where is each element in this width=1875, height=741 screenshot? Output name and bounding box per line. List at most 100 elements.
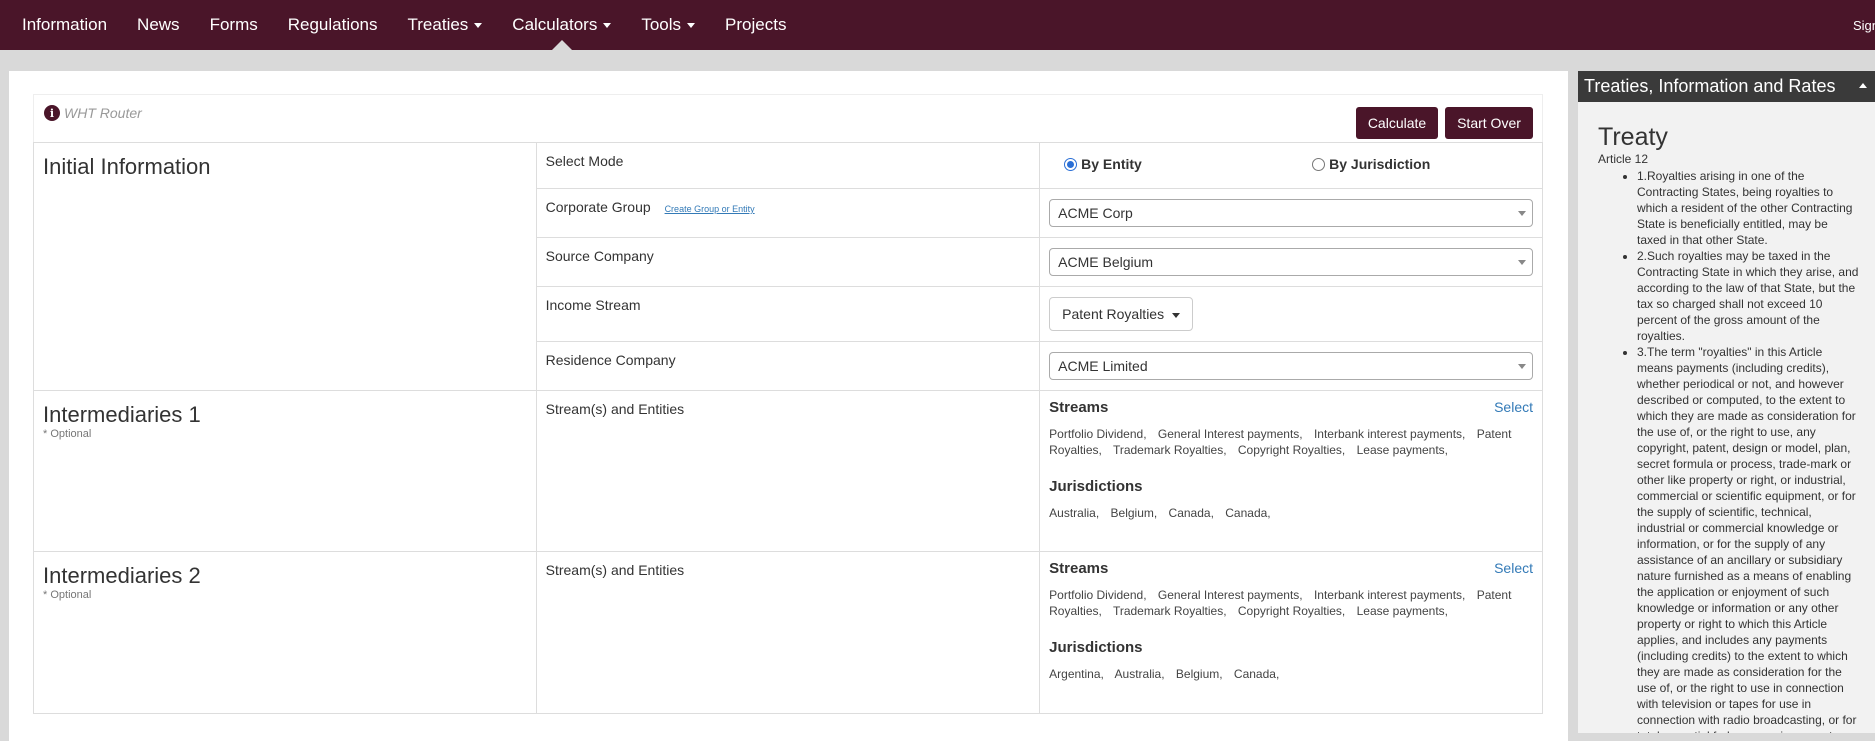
stream-tag: Portfolio Dividend, — [1049, 427, 1147, 441]
stream-tag: Portfolio Dividend, — [1049, 588, 1147, 602]
streams-block: Streams Select Portfolio Dividend, Gener… — [1040, 391, 1542, 521]
stream-tag: Copyright Royalties, — [1237, 443, 1346, 457]
select-link[interactable]: Select — [1494, 560, 1533, 576]
source-company-label-cell: Source Company — [535, 237, 1041, 287]
caret-down-icon — [1171, 312, 1180, 318]
corporate-group-label-text: Corporate Group — [545, 199, 651, 215]
treaty-clause: 2.Such royalties may be taxed in the Con… — [1637, 248, 1860, 344]
nav-projects[interactable]: Projects — [710, 0, 801, 50]
nav-forms-label: Forms — [209, 15, 258, 34]
radio-checked-icon — [1064, 157, 1078, 171]
panel-header[interactable]: Treaties, Information and Rates — [1578, 71, 1875, 102]
mode-radio-group: By Entity By Jurisdiction — [1040, 143, 1542, 172]
corporate-group-select[interactable]: ACME Corp — [1049, 199, 1533, 227]
caret-down-icon — [687, 22, 696, 28]
treaty-clause: 1.Royalties arising in one of the Contra… — [1637, 168, 1860, 248]
stream-tag: Copyright Royalties, — [1237, 604, 1346, 618]
jurisdictions-heading: Jurisdictions — [1049, 639, 1143, 656]
residence-company-cell: ACME Limited — [1039, 341, 1543, 391]
streams-heading: Streams — [1049, 399, 1109, 416]
caret-down-icon — [474, 22, 483, 28]
streams-entities-label-cell: Stream(s) and Entities — [535, 390, 1041, 552]
jurisdiction-tag: Belgium, — [1175, 667, 1223, 681]
router-form-table: Initial Information Select Mode By Entit… — [33, 142, 1543, 714]
income-stream-dropdown[interactable]: Patent Royalties — [1049, 297, 1193, 331]
streams-cell: Streams Select Portfolio Dividend, Gener… — [1039, 390, 1543, 552]
select-arrow-icon — [1518, 260, 1526, 265]
nav-calculators[interactable]: Calculators — [497, 0, 626, 50]
jurisdictions-heading: Jurisdictions — [1049, 478, 1143, 495]
residence-company-select[interactable]: ACME Limited — [1049, 352, 1533, 380]
article-label: Article 12 — [1598, 152, 1649, 166]
streams-entities-label: Stream(s) and Entities — [545, 401, 685, 417]
optional-note: * Optional — [43, 589, 92, 601]
nav-tools[interactable]: Tools — [626, 0, 710, 50]
nav-tools-label: Tools — [641, 15, 682, 34]
jurisdiction-tag: Australia, — [1114, 667, 1165, 681]
nav-information-label: Information — [22, 15, 108, 34]
source-company-select[interactable]: ACME Belgium — [1049, 248, 1533, 276]
stream-tag: Lease payments, — [1356, 443, 1449, 457]
radio-by-jurisdiction[interactable]: By Jurisdiction — [1312, 156, 1430, 172]
router-header: i WHT Router Calculate Start Over — [33, 94, 1543, 142]
create-group-link[interactable]: Create Group or Entity — [665, 204, 755, 214]
panel-header-title: Treaties, Information and Rates — [1584, 76, 1836, 96]
residence-company-label: Residence Company — [545, 352, 676, 368]
stream-tag: Interbank interest payments, — [1313, 427, 1466, 441]
router-label-text: WHT Router — [64, 105, 142, 121]
source-company-value: ACME Belgium — [1058, 254, 1154, 270]
select-arrow-icon — [1518, 364, 1526, 369]
nav-forms[interactable]: Forms — [195, 0, 273, 50]
intermediaries-2-section: Intermediaries 2 * Optional — [33, 551, 537, 714]
income-stream-value: Patent Royalties — [1062, 306, 1165, 322]
select-arrow-icon — [1518, 211, 1526, 216]
income-stream-label-cell: Income Stream — [535, 286, 1041, 342]
select-link[interactable]: Select — [1494, 399, 1533, 415]
nav-treaties-label: Treaties — [407, 15, 469, 34]
caret-down-icon — [603, 22, 612, 28]
stream-tag: General Interest payments, — [1157, 588, 1303, 602]
treaty-clauses-list: 1.Royalties arising in one of the Contra… — [1578, 168, 1860, 733]
select-mode-cell: By Entity By Jurisdiction — [1039, 142, 1543, 189]
residence-company-value: ACME Limited — [1058, 358, 1148, 374]
optional-note: * Optional — [43, 428, 92, 440]
intermediaries-1-section: Intermediaries 1 * Optional — [33, 390, 537, 552]
nav-calculators-label: Calculators — [512, 15, 598, 34]
nav-news-label: News — [137, 15, 180, 34]
sign-in-link[interactable]: Sign in — [1845, 0, 1875, 50]
corporate-group-value: ACME Corp — [1058, 205, 1133, 221]
streams-block: Streams Select Portfolio Dividend, Gener… — [1040, 552, 1542, 682]
jurisdiction-tag: Canada, — [1168, 506, 1214, 520]
nav-news[interactable]: News — [122, 0, 195, 50]
section-title: Intermediaries 2 — [43, 563, 201, 588]
top-navbar: Information News Forms Regulations Treat… — [0, 0, 1875, 50]
nav-information[interactable]: Information — [0, 0, 122, 50]
stream-tag: Trademark Royalties, — [1112, 604, 1227, 618]
nav-projects-label: Projects — [725, 15, 787, 34]
radio-by-entity[interactable]: By Entity — [1064, 156, 1312, 172]
router-title: i WHT Router — [44, 105, 142, 121]
corporate-group-label: Corporate Group Create Group or Entity — [537, 189, 1040, 215]
source-company-label: Source Company — [545, 248, 654, 264]
residence-company-label-cell: Residence Company — [535, 341, 1041, 391]
nav-regulations[interactable]: Regulations — [273, 0, 393, 50]
jurisdiction-tag: Argentina, — [1049, 667, 1104, 681]
sign-in-label: Sign in — [1853, 17, 1875, 33]
calculate-button[interactable]: Calculate — [1356, 107, 1438, 139]
jurisdictions-list: Argentina, Australia, Belgium, Canada, — [1049, 666, 1533, 682]
initial-info-section: Initial Information — [33, 142, 537, 391]
stream-tag: Interbank interest payments, — [1313, 588, 1466, 602]
streams-list: Portfolio Dividend, General Interest pay… — [1049, 587, 1533, 619]
streams-cell: Streams Select Portfolio Dividend, Gener… — [1039, 551, 1543, 714]
stream-tag: Lease payments, — [1356, 604, 1449, 618]
streams-list: Portfolio Dividend, General Interest pay… — [1049, 426, 1533, 458]
nav-treaties[interactable]: Treaties — [393, 0, 498, 50]
collapse-caret-icon[interactable] — [1859, 83, 1867, 88]
radio-unchecked-icon — [1312, 157, 1326, 171]
jurisdiction-tag: Canada, — [1225, 506, 1271, 520]
streams-heading: Streams — [1049, 560, 1109, 577]
radio-by-jurisdiction-label: By Jurisdiction — [1329, 156, 1431, 172]
wht-router-card: i WHT Router Calculate Start Over Initia… — [9, 71, 1568, 741]
start-over-button[interactable]: Start Over — [1445, 107, 1533, 139]
radio-by-entity-label: By Entity — [1081, 156, 1142, 172]
